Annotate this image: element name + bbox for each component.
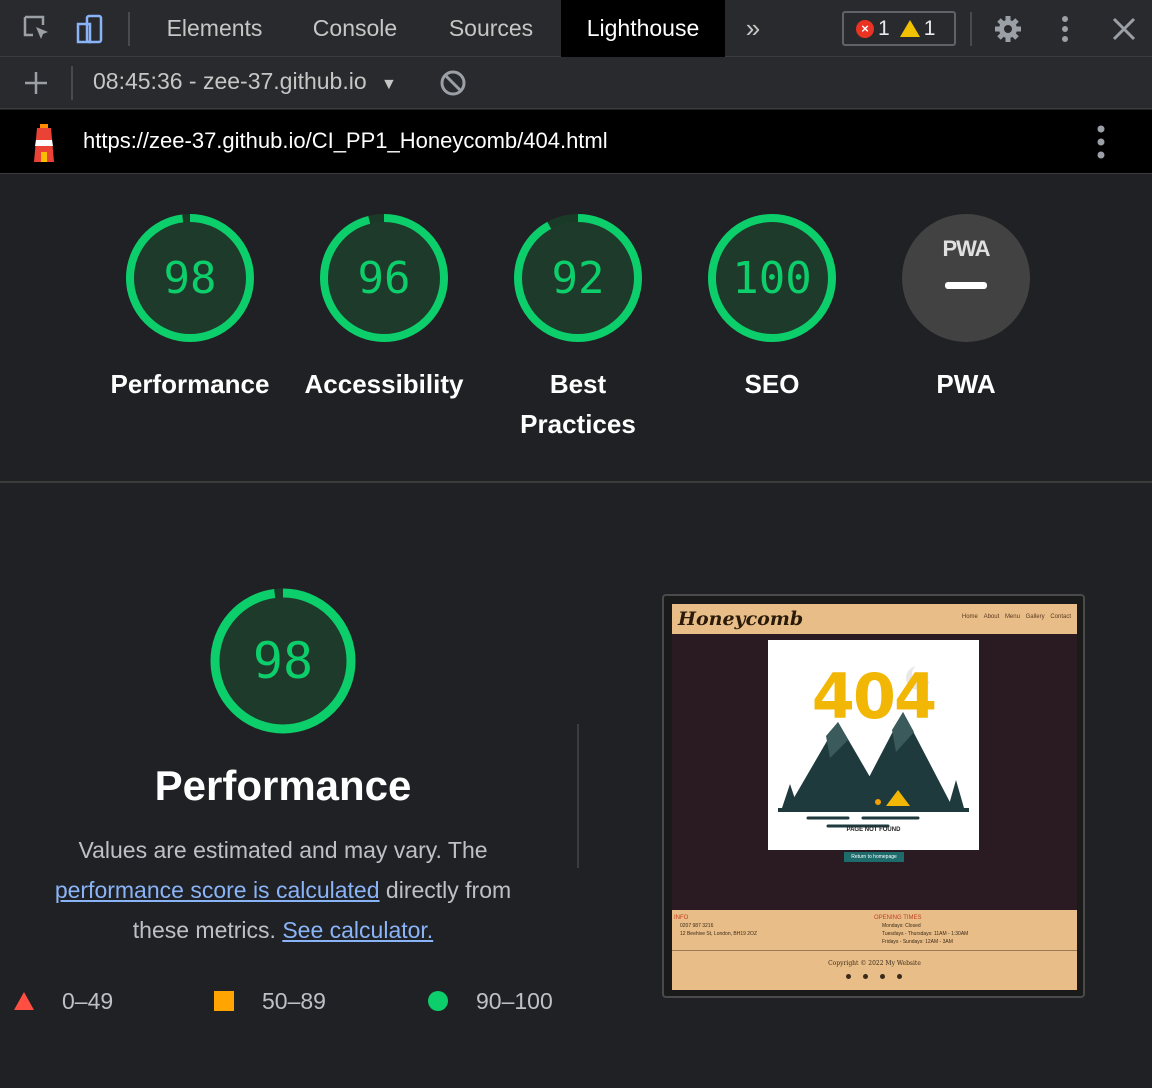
thumb-info-heading: INFO [674, 915, 689, 921]
tab-sources[interactable]: Sources [425, 0, 557, 57]
best-practices-label-line1: Best [549, 369, 607, 399]
toolbar-divider [970, 12, 972, 46]
error-count: 1 [878, 16, 890, 40]
thumb-hours-line: Tuesdays - Thursdays: 11AM - 1:30AM [882, 931, 969, 937]
performance-detail-title: Performance [154, 762, 412, 809]
device-toolbar-icon[interactable] [75, 14, 105, 44]
report-url[interactable]: https://zee-37.github.io/CI_PP1_Honeycom… [83, 128, 608, 154]
thumb-hours: OPENING TIMES Mondays: Closed Tuesdays -… [874, 914, 968, 946]
score-gauges: 98 Performance 96 Accessibility 92 Best … [0, 174, 1152, 483]
legend-average-label: 50–89 [262, 987, 326, 1014]
thumb-copyright: Copyright © 2022 My Website [828, 960, 921, 967]
thumb-hours-heading: OPENING TIMES [874, 915, 922, 921]
thumb-hours-line: Fridays - Sundays: 12AM - 3AM [882, 939, 953, 945]
thumb-info-line: 12 Beehive St, London, BH19 2OZ [680, 931, 757, 937]
fail-triangle-icon [14, 992, 34, 1010]
best-practices-score: 92 [551, 252, 605, 304]
warning-count: 1 [923, 16, 936, 40]
thumb-info-line: 0207 987 3216 [680, 923, 714, 929]
legend-pass-label: 90–100 [476, 987, 553, 1014]
report-url-bar: https://zee-37.github.io/CI_PP1_Honeycom… [0, 110, 1152, 174]
seo-gauge[interactable]: 100 [708, 214, 836, 342]
best-practices-gauge[interactable]: 92 [514, 214, 642, 342]
best-practices-label-line2: Practices [520, 409, 636, 439]
pwa-gauge[interactable]: PWA [902, 214, 1030, 342]
lighthouse-toolbar: 08:45:36 - zee-37.github.io ▼ [0, 57, 1152, 109]
pass-circle-icon [428, 991, 448, 1011]
clear-block-icon[interactable] [438, 68, 468, 98]
thumb-nav-item: Menu [1004, 614, 1020, 620]
thumb-return-button: Return to homepage [844, 852, 904, 862]
thumb-nav-item: About [983, 614, 1000, 620]
thumb-nav-item: Home [961, 614, 978, 620]
thumb-404-illustration: 404 PAGE NOT FOUND [768, 640, 979, 850]
performance-detail-gauge: 98 [210, 588, 356, 734]
error-icon: × [856, 19, 874, 38]
legend-fail: 0–49 [14, 986, 113, 1016]
seo-label: SEO [744, 369, 800, 399]
chevron-down-icon: ▼ [381, 76, 397, 93]
legend-fail-label: 0–49 [62, 987, 114, 1014]
legend-pass: 90–100 [428, 986, 553, 1016]
performance-score: 98 [163, 252, 217, 304]
performance-detail-score: 98 [252, 632, 314, 690]
legend-average: 50–89 [214, 986, 326, 1016]
thumb-404-text: 404 [811, 660, 937, 733]
thumb-info: INFO 0207 987 3216 12 Beehive St, London… [674, 914, 757, 938]
performance-label: Performance [110, 369, 270, 399]
issues-counter[interactable]: × 1 1 [842, 11, 956, 46]
instagram-icon [880, 974, 885, 979]
inspect-element-icon[interactable] [22, 14, 52, 44]
tab-lighthouse[interactable]: Lighthouse [561, 0, 725, 57]
performance-gauge[interactable]: 98 [126, 214, 254, 342]
screenshot-image: Honeycomb Home About Menu Gallery Contac… [672, 604, 1077, 990]
thumb-social-icons [846, 974, 902, 979]
kebab-menu-icon[interactable] [1050, 14, 1080, 44]
thumb-logo: Honeycomb [678, 608, 804, 630]
thumb-nav-links: Home About Menu Gallery Contact [958, 614, 1071, 620]
report-selector-label: 08:45:36 - zee-37.github.io [93, 68, 367, 94]
thumb-footer: INFO 0207 987 3216 12 Beehive St, London… [672, 910, 1077, 990]
final-screenshot[interactable]: Honeycomb Home About Menu Gallery Contac… [662, 594, 1085, 998]
see-calculator-link[interactable]: See calculator. [282, 917, 433, 943]
accessibility-score: 96 [357, 252, 411, 304]
settings-gear-icon[interactable] [993, 14, 1023, 44]
toolbar-divider [71, 66, 73, 100]
more-tabs-icon[interactable]: » [735, 0, 771, 57]
report-menu-kebab-icon[interactable] [1088, 124, 1114, 165]
average-square-icon [214, 991, 234, 1011]
thumb-nav-item: Contact [1050, 614, 1071, 620]
thumb-page-not-found: PAGE NOT FOUND [846, 827, 901, 833]
pwa-label: PWA [936, 369, 996, 399]
lighthouse-logo-icon [28, 122, 60, 167]
close-icon[interactable] [1109, 14, 1139, 44]
accessibility-gauge[interactable]: 96 [320, 214, 448, 342]
description-text-1: Values are estimated and may vary. The [78, 837, 488, 863]
report-selector[interactable]: 08:45:36 - zee-37.github.io ▼ [93, 68, 397, 95]
thumb-hours-line: Mondays: Closed [882, 923, 921, 929]
best-practices-label: Best Practices [483, 364, 673, 444]
tab-console[interactable]: Console [290, 0, 420, 57]
tab-elements[interactable]: Elements [142, 0, 287, 57]
seo-score: 100 [732, 252, 812, 304]
thumb-nav-item: Gallery [1025, 614, 1045, 620]
thumb-navbar: Honeycomb Home About Menu Gallery Contac… [672, 604, 1077, 634]
accessibility-label: Accessibility [304, 369, 464, 399]
pwa-badge-text: PWA [942, 236, 990, 261]
devtools-tab-bar: Elements Console Sources Lighthouse » × … [0, 0, 1152, 57]
performance-description: Values are estimated and may vary. The p… [30, 830, 536, 950]
warning-icon [899, 20, 920, 37]
toolbar-divider [128, 12, 130, 46]
twitter-icon [863, 974, 868, 979]
section-divider [577, 724, 579, 868]
thumb-footer-divider [672, 950, 1077, 951]
new-report-plus-icon[interactable] [21, 68, 51, 98]
pinterest-icon [897, 974, 902, 979]
facebook-icon [846, 974, 851, 979]
score-calculated-link[interactable]: performance score is calculated [55, 877, 380, 903]
